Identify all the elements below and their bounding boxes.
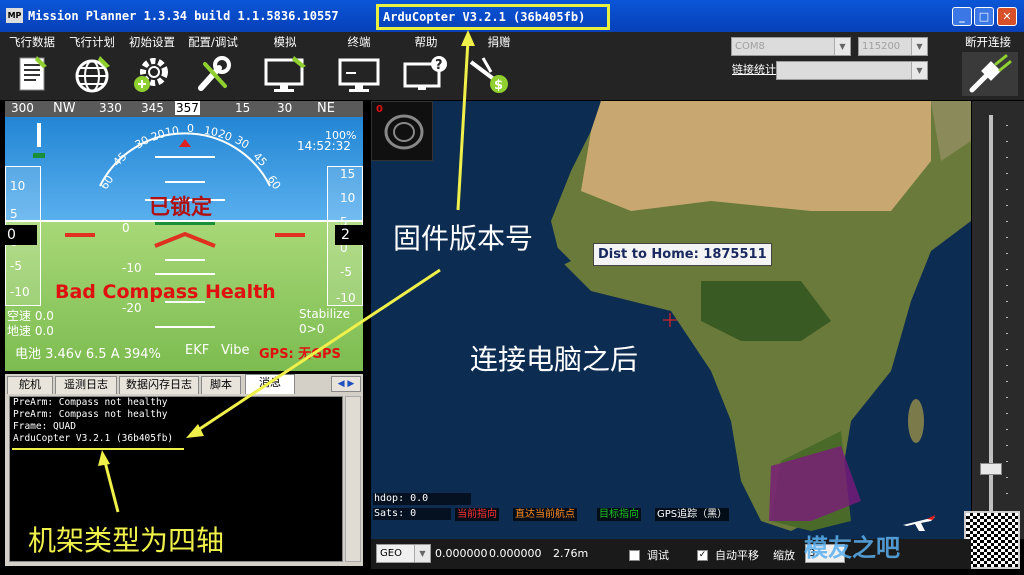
- firmware-annotation: 固件版本号: [393, 222, 534, 255]
- annotation-arrows: [12, 30, 475, 513]
- after-connect-annotation: 连接电脑之后: [470, 343, 639, 376]
- frame-type-annotation: 机架类型为四轴: [28, 524, 225, 557]
- watermark-logo: 模友之吧: [804, 534, 900, 562]
